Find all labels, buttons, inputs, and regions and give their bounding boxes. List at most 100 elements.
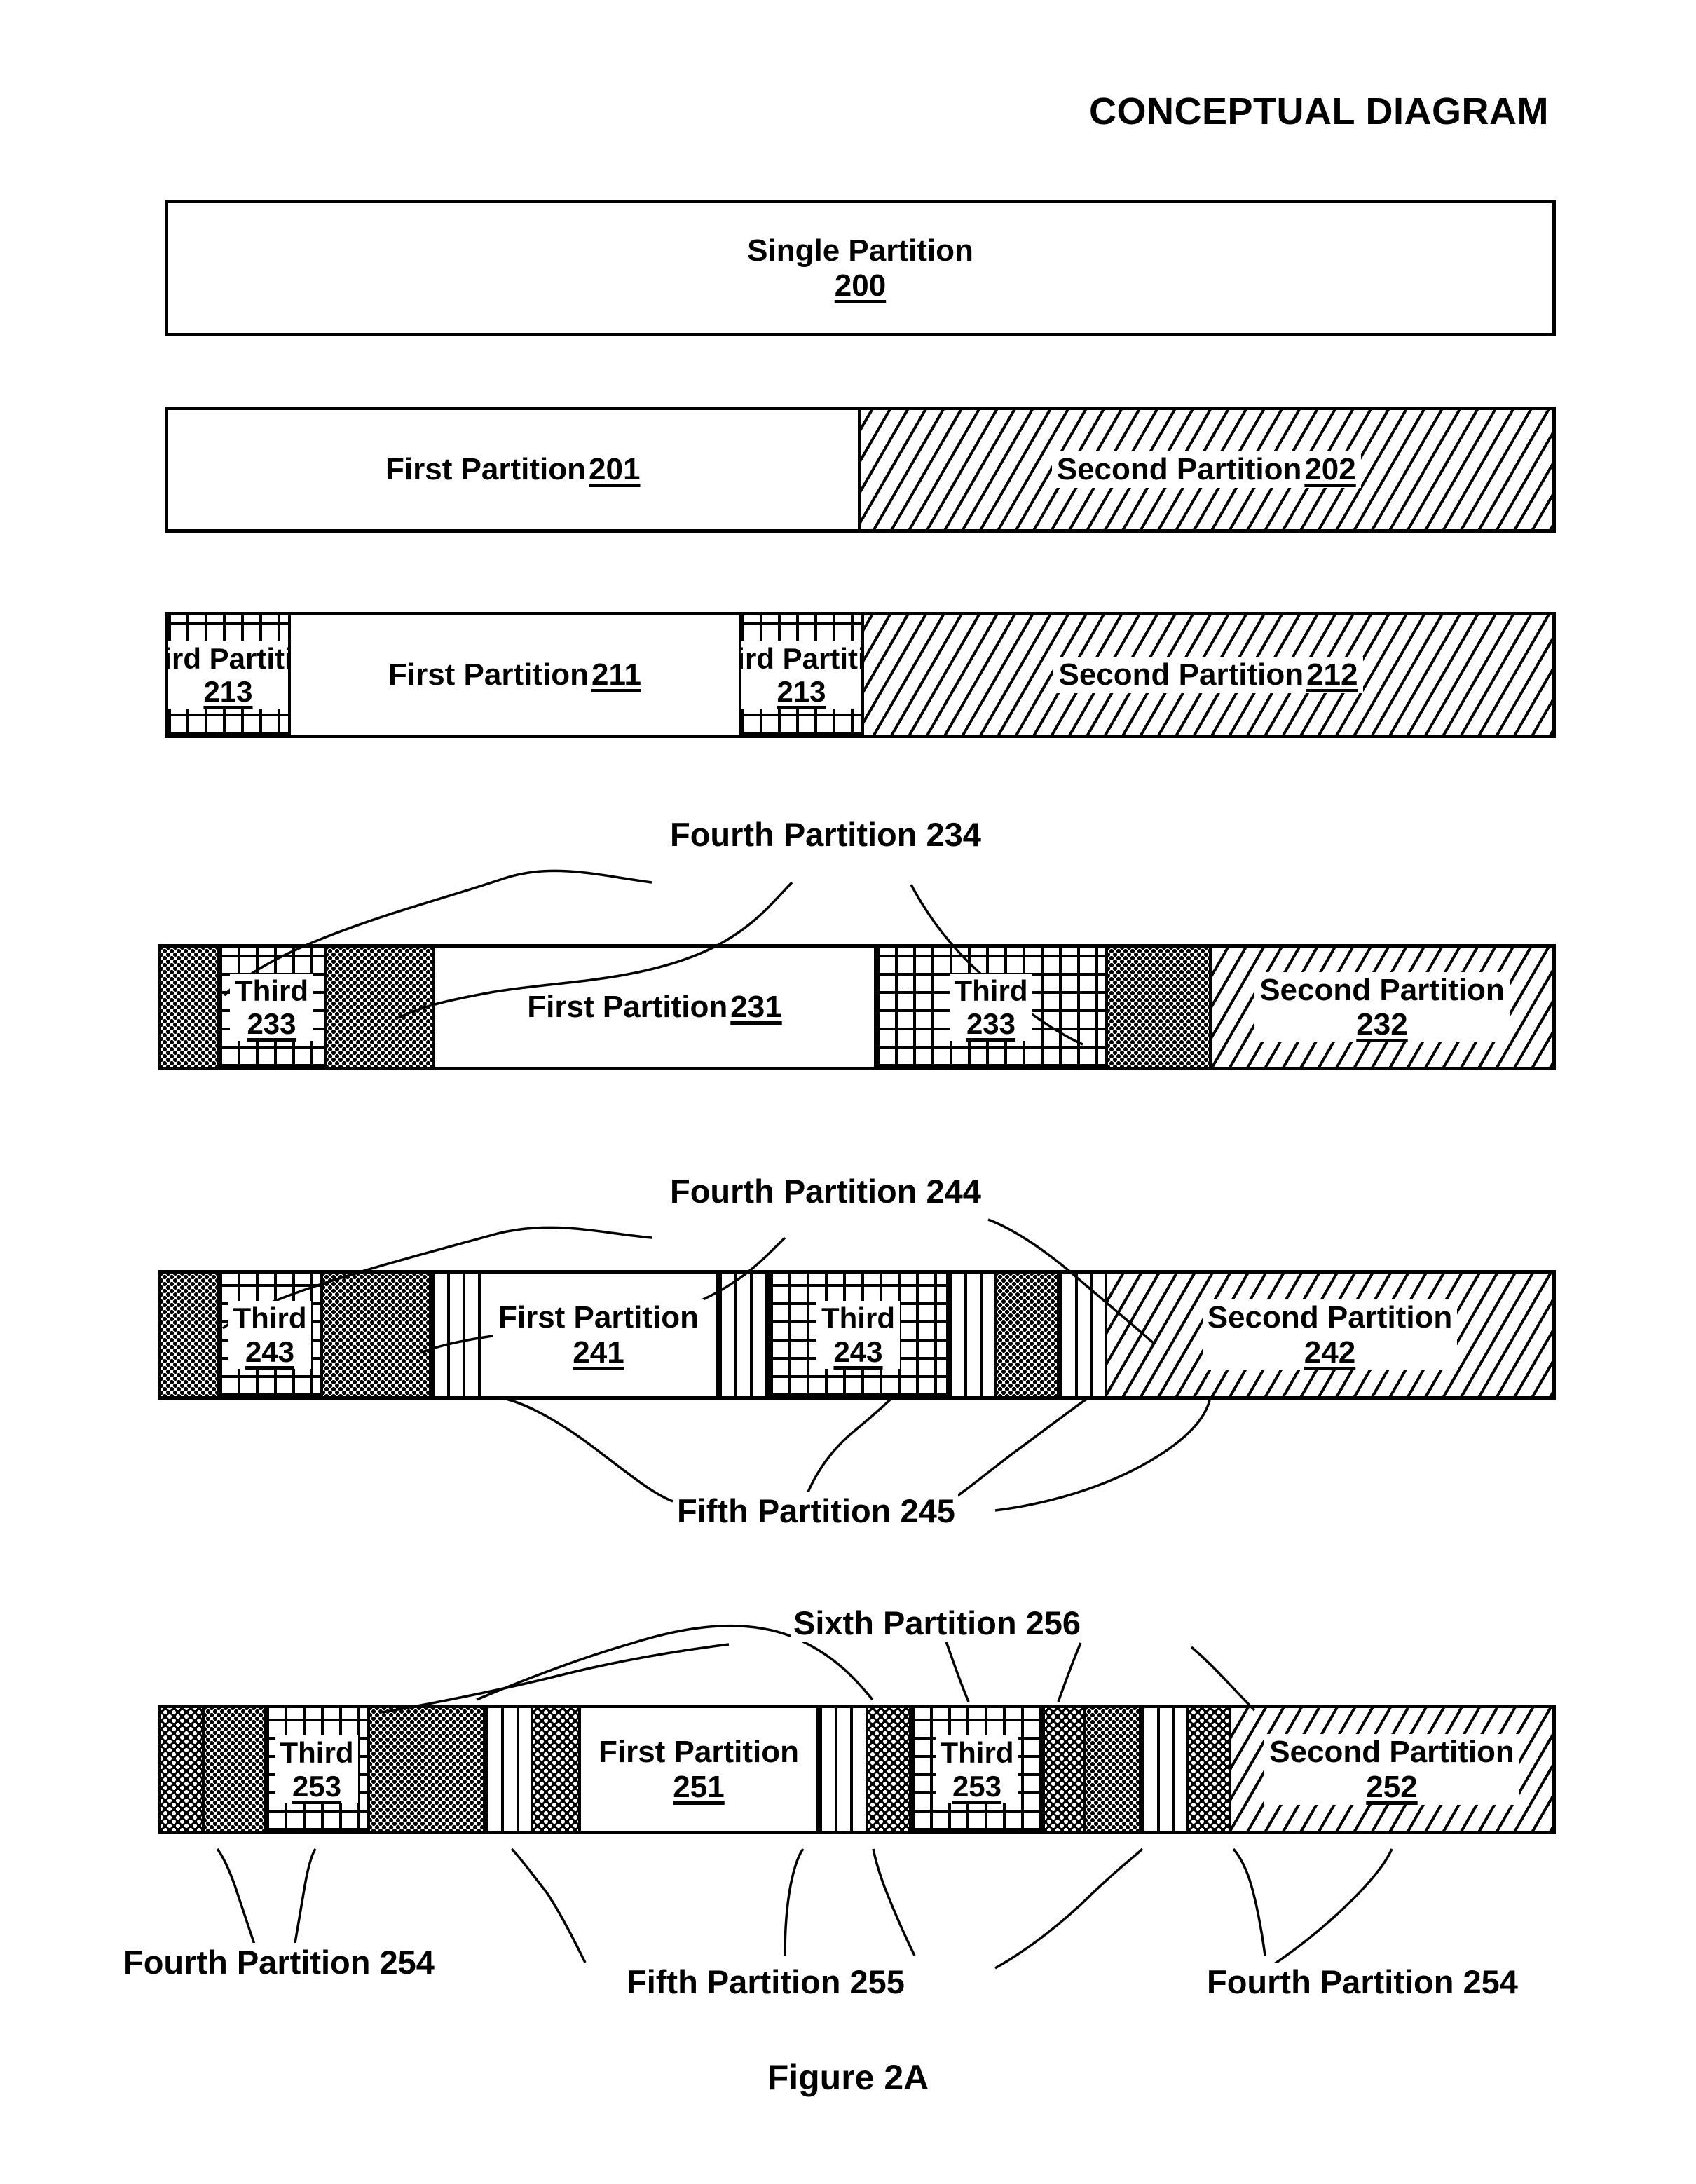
segment-fourth-partition[interactable] [370, 1708, 486, 1831]
segment-label-text: Second Partition [1058, 657, 1304, 692]
segment-label-text: Second Partition [1259, 972, 1505, 1007]
segment-label-text: Third [280, 1736, 354, 1770]
segment-label: Second Partition 232 [1254, 971, 1510, 1043]
segment-sixth-partition[interactable] [533, 1708, 581, 1831]
segment-fifth-partition[interactable] [819, 1708, 868, 1831]
segment-third-partition[interactable]: Third 243 [770, 1274, 949, 1396]
segment-fourth-partition[interactable] [1108, 948, 1212, 1067]
segment-fourth-partition[interactable] [161, 1274, 219, 1396]
fill-dots [161, 1274, 217, 1396]
segment-fourth-partition[interactable] [997, 1274, 1060, 1396]
segment-label: Third 243 [228, 1301, 312, 1369]
segment-third-partition[interactable]: Third 233 [877, 948, 1108, 1067]
segment-label-number: 253 [952, 1769, 1002, 1803]
fill-dark [1189, 1708, 1229, 1831]
segment-label: First Partition 251 [593, 1734, 805, 1805]
segment-fifth-partition[interactable] [432, 1274, 481, 1396]
page-title: CONCEPTUAL DIAGRAM [1089, 90, 1549, 132]
segment-label-number: 242 [1304, 1335, 1356, 1370]
segment-second-partition[interactable]: Second Partition 232 [1212, 948, 1552, 1067]
bar-row-6: Third 253 First Partition 251 Third 253 [158, 1705, 1556, 1834]
segment-label-number: 243 [833, 1335, 883, 1368]
bar-row-1: Single Partition 200 [165, 200, 1556, 336]
segment-fourth-partition[interactable] [327, 948, 435, 1067]
segment-label-number: 201 [589, 452, 641, 487]
fill-dots [370, 1708, 483, 1831]
segment-fifth-partition[interactable] [1060, 1274, 1107, 1396]
segment-label: Third 253 [935, 1735, 1019, 1803]
segment-label-text: Third [233, 1302, 307, 1335]
segment-label: Second Partition202 [1051, 451, 1361, 488]
segment-third-partition[interactable]: Third Partition 213 [168, 615, 291, 735]
fill-vertical [719, 1274, 767, 1396]
segment-label: Third 253 [275, 1735, 359, 1803]
bar-row-4: Third 233 First Partition231 Third 233 S… [158, 944, 1556, 1070]
fill-vertical [819, 1708, 866, 1831]
segment-third-partition[interactable]: Third 253 [912, 1708, 1045, 1831]
segment-label-number: 243 [245, 1335, 295, 1368]
callout-fifth-partition-245: Fifth Partition 245 [674, 1492, 958, 1530]
segment-label-text: Third [235, 974, 308, 1007]
bar-row-3: Third Partition 213 First Partition211 T… [165, 612, 1556, 738]
fill-dots [323, 1274, 429, 1396]
segment-first-partition[interactable]: First Partition211 [291, 615, 741, 735]
segment-single-partition[interactable]: Single Partition 200 [168, 203, 1552, 333]
segment-first-partition[interactable]: First Partition 251 [581, 1708, 819, 1831]
segment-fourth-partition[interactable] [323, 1274, 432, 1396]
segment-first-partition[interactable]: First Partition231 [435, 948, 877, 1067]
segment-sixth-partition[interactable] [161, 1708, 205, 1831]
segment-third-partition[interactable]: Third 233 [219, 948, 327, 1067]
segment-label: First Partition 241 [493, 1299, 704, 1370]
segment-sixth-partition[interactable] [1045, 1708, 1086, 1831]
segment-label-text: Third Partition [741, 641, 861, 675]
segment-fifth-partition[interactable] [486, 1708, 533, 1831]
callout-fourth-partition-254-left: Fourth Partition 254 [121, 1943, 437, 1981]
segment-third-partition[interactable]: Third Partition 213 [741, 615, 864, 735]
fill-vertical [432, 1274, 478, 1396]
segment-label-text: Third [954, 974, 1028, 1007]
figure-caption: Figure 2A [767, 2058, 929, 2097]
segment-sixth-partition[interactable] [868, 1708, 912, 1831]
segment-label-number: 241 [573, 1335, 624, 1370]
fill-dark [533, 1708, 578, 1831]
fill-vertical [949, 1274, 994, 1396]
fill-dots [997, 1274, 1057, 1396]
segment-sixth-partition[interactable] [1189, 1708, 1231, 1831]
callout-sixth-partition-256: Sixth Partition 256 [791, 1604, 1084, 1642]
bar-row-5: Third 243 First Partition 241 Third 243 [158, 1270, 1556, 1400]
segment-label-text: Second Partition [1269, 1735, 1514, 1770]
segment-label-number: 231 [730, 990, 782, 1025]
segment-label: Second Partition 252 [1264, 1734, 1519, 1805]
segment-second-partition[interactable]: Second Partition 242 [1107, 1274, 1552, 1396]
fill-vertical [486, 1708, 531, 1831]
fill-dots [1086, 1708, 1139, 1831]
fill-dots [327, 948, 432, 1067]
segment-first-partition[interactable]: First Partition 241 [481, 1274, 719, 1396]
segment-third-partition[interactable]: Third 243 [219, 1274, 323, 1396]
segment-label-number: 251 [673, 1769, 725, 1804]
fill-dark [1045, 1708, 1083, 1831]
segment-label-text: Third [821, 1302, 895, 1335]
segment-label: Second Partition 242 [1202, 1299, 1458, 1370]
segment-label: Third 233 [230, 973, 313, 1042]
segment-fifth-partition[interactable] [719, 1274, 770, 1396]
segment-fourth-partition[interactable] [1086, 1708, 1142, 1831]
segment-fifth-partition[interactable] [949, 1274, 997, 1396]
segment-second-partition[interactable]: Second Partition212 [864, 615, 1552, 735]
segment-label-text: First Partition [388, 657, 589, 692]
segment-third-partition[interactable]: Third 253 [266, 1708, 370, 1831]
segment-label-text: Third Partition [168, 641, 288, 675]
callout-fourth-partition-234: Fourth Partition 234 [667, 815, 984, 854]
segment-first-partition[interactable]: First Partition201 [168, 410, 861, 529]
segment-fourth-partition[interactable] [161, 948, 219, 1067]
segment-second-partition[interactable]: Second Partition 252 [1231, 1708, 1552, 1831]
segment-label-number: 213 [203, 675, 253, 708]
callout-fifth-partition-255: Fifth Partition 255 [624, 1963, 908, 2001]
segment-second-partition[interactable]: Second Partition202 [860, 410, 1552, 529]
segment-fifth-partition[interactable] [1142, 1708, 1189, 1831]
segment-label-number: 233 [966, 1007, 1016, 1040]
segment-fourth-partition[interactable] [205, 1708, 266, 1831]
segment-label: Third Partition 213 [741, 641, 861, 709]
segment-label-number: 253 [292, 1769, 342, 1803]
segment-label-text: Second Partition [1207, 1300, 1453, 1335]
